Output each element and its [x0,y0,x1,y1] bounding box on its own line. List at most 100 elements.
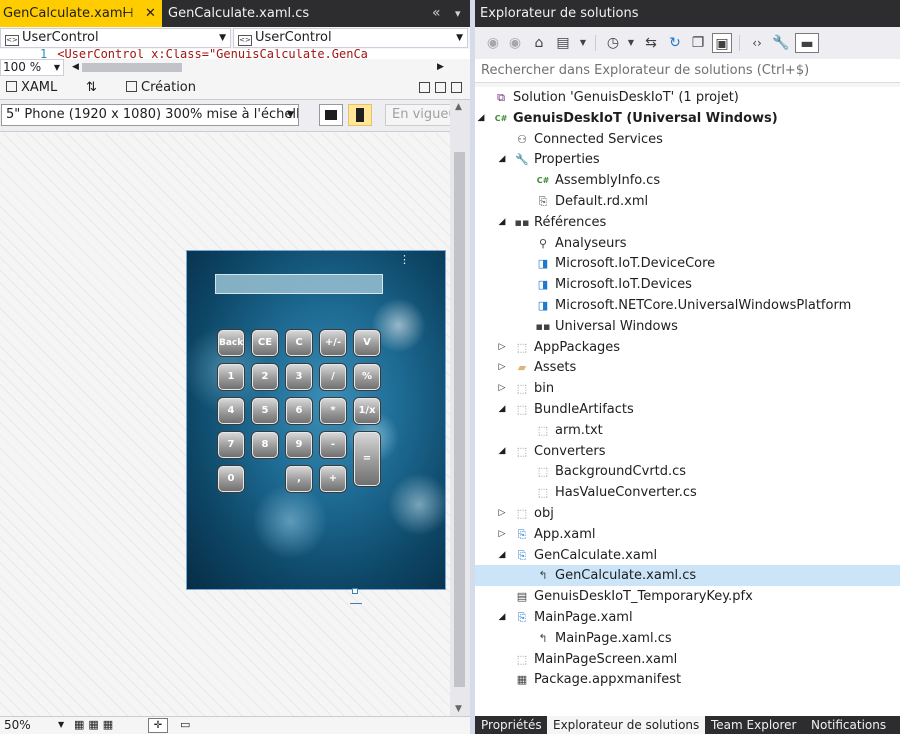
tab-menu-icon[interactable]: ▾ [455,0,461,27]
expanded-arrow-icon[interactable]: ◢ [496,441,508,462]
tree-item[interactable]: ↰ MainPage.xaml.cs [475,628,900,649]
tree-item[interactable]: ◢ 🔧 Properties [475,149,900,170]
calc-key[interactable]: + [320,466,346,492]
chevron-down-icon[interactable]: ▼ [621,33,641,53]
back-icon[interactable]: ◉ [483,33,503,53]
preview-icon[interactable]: ▬ [795,33,819,53]
design-view-tab[interactable]: Création [126,79,196,97]
calc-key[interactable]: 1 [218,364,244,390]
xaml-view-tab[interactable]: XAML [6,79,57,97]
tree-item[interactable]: ◢ ▪▪ Références [475,212,900,233]
calc-key[interactable]: 9 [286,432,312,458]
tab-notifications[interactable]: Notifications [805,716,892,734]
tree-item[interactable]: ▷ ▰ Assets [475,357,900,378]
type-nav-dropdown[interactable]: <> UserControl ▼ [0,28,231,48]
calc-key[interactable]: 7 [218,432,244,458]
tab-solution-explorer[interactable]: Explorateur de solutions [547,716,706,734]
view-code-icon[interactable]: ‹› [747,33,767,53]
scrollbar-thumb[interactable] [82,63,182,72]
expanded-arrow-icon[interactable]: ◢ [475,108,487,129]
more-icon[interactable]: ⋮ [399,253,410,266]
expanded-arrow-icon[interactable]: ◢ [496,399,508,420]
refresh-icon[interactable]: ↻ [665,33,685,53]
tab-gencalculate-xaml-cs[interactable]: GenCalculate.xaml.cs [162,0,312,27]
close-tab-icon[interactable]: ✕ [145,0,156,27]
tree-item[interactable]: ⚲ Analyseurs [475,233,900,254]
tree-item[interactable]: ⬚ HasValueConverter.cs [475,482,900,503]
expanded-arrow-icon[interactable]: ◢ [496,149,508,170]
properties-icon[interactable]: 🔧 [771,33,791,53]
device-dropdown[interactable]: 5" Phone (1920 x 1080) 300% mise à l'éch… [1,104,299,126]
collapse-all-icon[interactable]: ❐ [688,33,708,53]
tree-item[interactable]: ◢ ⎘ GenCalculate.xaml [475,545,900,566]
forward-icon[interactable]: ◉ [505,33,525,53]
document-icon[interactable]: ▭ [180,717,190,733]
horizontal-scrollbar[interactable] [72,63,440,72]
calc-key[interactable]: C [286,330,312,356]
show-all-files-icon[interactable]: ▣ [712,33,732,53]
vertical-split-icon[interactable] [419,82,430,93]
calc-key[interactable]: Back [218,330,244,356]
calc-key[interactable]: , [286,466,312,492]
sync-icon[interactable]: ⇆ [641,33,661,53]
zoom-dropdown[interactable]: 100 % ▼ [0,59,64,76]
scroll-up-icon[interactable]: ▲ [455,102,462,112]
pin-tab-icon[interactable]: ⊣ [122,0,133,27]
tree-item[interactable]: ▷ ⬚ bin [475,378,900,399]
collapsed-arrow-icon[interactable]: ▷ [496,357,508,378]
calc-key[interactable]: 8 [252,432,278,458]
resize-handle[interactable] [352,588,358,594]
tree-item[interactable]: ▦ Package.appxmanifest [475,669,900,690]
tree-item[interactable]: ⧉ Solution 'GenuisDeskIoT' (1 projet) [475,87,900,108]
tree-item[interactable]: ⬚ arm.txt [475,420,900,441]
calc-key[interactable]: 5 [252,398,278,424]
tab-team-explorer[interactable]: Team Explorer [705,716,803,734]
scrollbar-thumb[interactable] [454,152,465,687]
collapsed-arrow-icon[interactable]: ▷ [496,337,508,358]
calc-key[interactable]: = [354,432,380,486]
chevron-down-icon[interactable]: ▼ [58,717,64,733]
tree-item[interactable]: ⎘ Default.rd.xml [475,191,900,212]
tree-item[interactable]: ↰ GenCalculate.xaml.cs [475,565,900,587]
calc-key[interactable]: * [320,398,346,424]
grid-toggle-icons[interactable]: ▦▦▦ [74,717,117,733]
switch-views-icon[interactable]: ▤ [553,33,573,53]
tree-item[interactable]: ◨ Microsoft.IoT.Devices [475,274,900,295]
calc-key[interactable]: 4 [218,398,244,424]
calc-key[interactable]: % [354,364,380,390]
calc-key[interactable]: +/- [320,330,346,356]
calc-key[interactable]: - [320,432,346,458]
calc-key[interactable]: 3 [286,364,312,390]
expanded-arrow-icon[interactable]: ◢ [496,212,508,233]
tree-item[interactable]: ▪▪ Universal Windows [475,316,900,337]
scroll-down-icon[interactable]: ▼ [455,704,462,714]
tree-item[interactable]: C# AssemblyInfo.cs [475,170,900,191]
tree-item[interactable]: ⚇ Connected Services [475,129,900,150]
tree-item[interactable]: ▷ ⬚ AppPackages [475,337,900,358]
tab-overflow-icon[interactable]: « [432,0,441,27]
calc-key[interactable]: V [354,330,380,356]
calc-key[interactable]: 0 [218,466,244,492]
calc-key[interactable]: / [320,364,346,390]
member-nav-dropdown[interactable]: <> UserControl ▼ [233,28,468,48]
portrait-icon[interactable] [348,104,372,126]
collapsed-arrow-icon[interactable]: ▷ [496,503,508,524]
tree-item[interactable]: ⬚ BackgroundCvrtd.cs [475,461,900,482]
calc-key[interactable]: CE [252,330,278,356]
tree-item[interactable]: ◢ C# GenuisDeskIoT (Universal Windows) [475,108,900,129]
calc-key[interactable]: 6 [286,398,312,424]
vertical-scrollbar[interactable]: ▲ ▼ [450,100,470,716]
tree-item[interactable]: ◢ ⬚ Converters [475,441,900,462]
calc-key[interactable]: 2 [252,364,278,390]
bottom-zoom-value[interactable]: 50% [4,717,31,733]
tree-item[interactable]: ▷ ⬚ obj [475,503,900,524]
tab-properties[interactable]: Propriétés [475,716,548,734]
chevron-down-icon[interactable]: ▼ [573,33,593,53]
landscape-icon[interactable] [319,104,343,126]
solution-search-input[interactable]: Rechercher dans Explorateur de solutions… [475,59,900,83]
tab-gencalculate-xaml[interactable]: GenCalculate.xaml [0,0,162,27]
tree-item[interactable]: ▷ ⎘ App.xaml [475,524,900,545]
pointer-tool-icon[interactable]: ✛ [148,718,168,733]
calculator-display[interactable] [215,274,383,294]
horizontal-split-icon[interactable] [435,82,446,93]
